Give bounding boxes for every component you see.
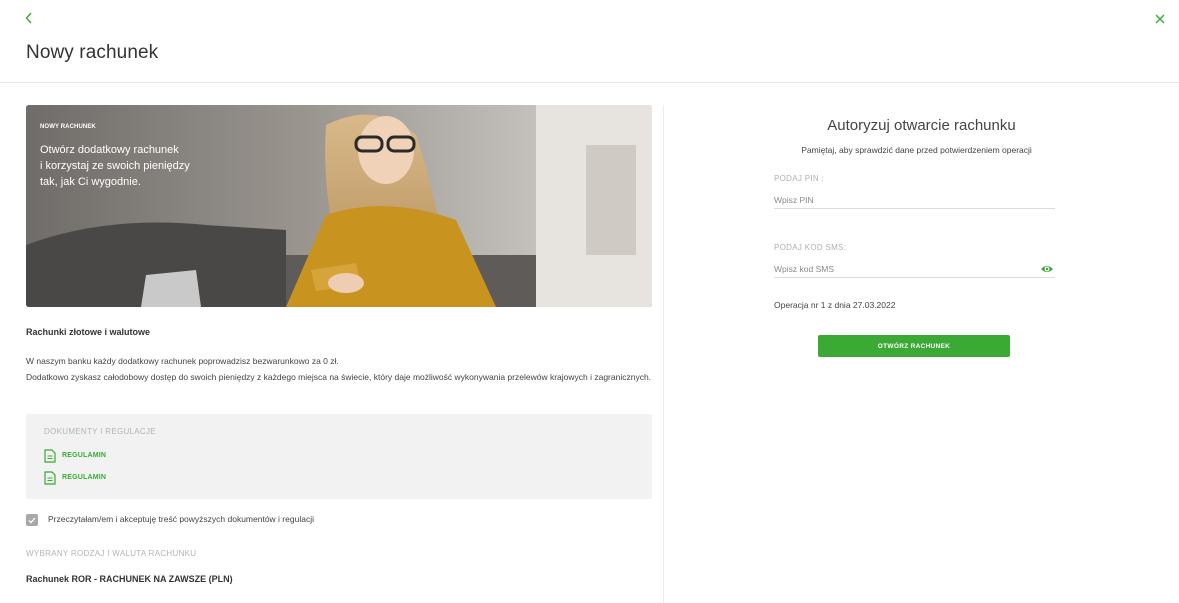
eye-icon[interactable] [1040, 262, 1054, 276]
document-icon [44, 448, 56, 463]
open-account-button[interactable]: OTWÓRZ RACHUNEK [818, 335, 1010, 357]
documents-panel: DOKUMENTY I REGULACJE REGULAMIN REGULAMI… [26, 414, 652, 499]
operation-info: Operacja nr 1 z dnia 27.03.2022 [774, 300, 896, 310]
document-label: REGULAMIN [62, 452, 107, 459]
hero-tag: NOWY RACHUNEK [40, 124, 96, 130]
document-label: REGULAMIN [62, 474, 107, 481]
pin-input[interactable] [774, 191, 1055, 209]
auth-subtitle: Pamiętaj, aby sprawdzić dane przed potwi… [801, 145, 1032, 155]
section-heading: Rachunki złotowe i walutowe [26, 327, 151, 337]
pin-label: PODAJ PIN : [774, 174, 824, 183]
account-type-label: WYBRANY RODZAJ I WALUTA RACHUNKU [26, 549, 197, 558]
document-icon [44, 470, 56, 485]
back-button[interactable] [25, 12, 39, 28]
hero-image [26, 105, 652, 307]
hero-banner: NOWY RACHUNEK Otwórz dodatkowy rachunek … [26, 105, 652, 307]
consent-label: Przeczytałam/em i akceptuję treść powyżs… [48, 514, 314, 524]
header-divider [0, 82, 1179, 83]
description-line-1: W naszym banku każdy dodatkowy rachunek … [26, 356, 339, 366]
description-line-2: Dodatkowo zyskasz całodobowy dostęp do s… [26, 372, 652, 382]
account-type-value: Rachunek ROR - RACHUNEK NA ZAWSZE (PLN) [26, 574, 233, 584]
checkmark-icon [28, 517, 36, 523]
consent-checkbox[interactable] [26, 514, 38, 526]
document-link[interactable]: REGULAMIN [44, 448, 106, 463]
column-divider [663, 105, 664, 603]
close-button[interactable] [1153, 12, 1167, 28]
page-title: Nowy rachunek [26, 42, 159, 63]
chevron-left-icon [25, 12, 32, 24]
documents-title: DOKUMENTY I REGULACJE [44, 427, 156, 436]
sms-code-label: PODAJ KOD SMS: [774, 243, 847, 252]
document-link[interactable]: REGULAMIN [44, 470, 106, 485]
close-icon [1155, 14, 1165, 24]
hero-text: Otwórz dodatkowy rachunek i korzystaj ze… [40, 144, 190, 188]
sms-code-input[interactable] [774, 260, 1055, 278]
auth-title: Autoryzuj otwarcie rachunku [827, 117, 1016, 134]
